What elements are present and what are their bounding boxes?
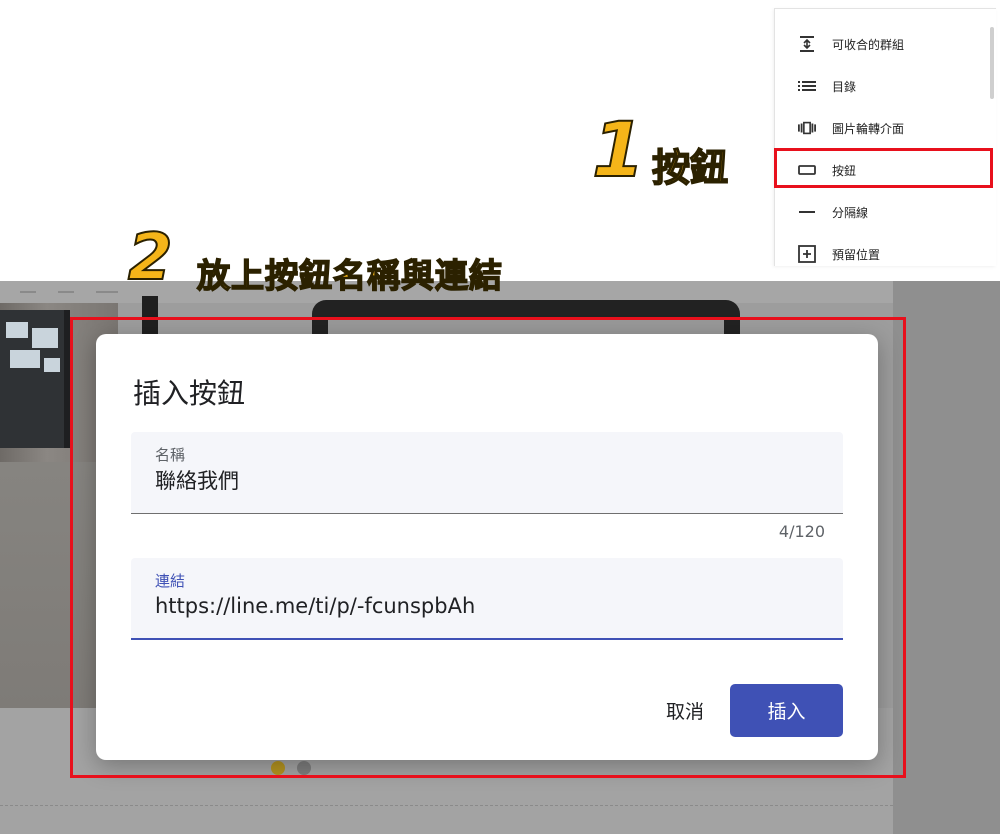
image-carousel-icon — [798, 119, 816, 137]
placeholder-icon — [798, 245, 816, 263]
highlight-box-button-item — [774, 148, 993, 188]
step1-text: 按鈕 — [651, 145, 729, 191]
menu-item-label: 預留位置 — [832, 247, 881, 262]
insert-menu: 可收合的群組 目錄 圖片輪轉介面 按鈕 分隔線 預留位置 — [774, 8, 996, 266]
collapsible-group-icon — [798, 35, 816, 53]
menu-item-divider[interactable]: 分隔線 — [775, 191, 993, 233]
screenshot-stage: 可收合的群組 目錄 圖片輪轉介面 按鈕 分隔線 預留位置 1 按鈕 2 放上按鈕… — [0, 0, 1000, 834]
table-of-contents-icon — [798, 77, 816, 95]
step2-number: 2 — [127, 221, 174, 295]
divider-icon — [798, 203, 816, 221]
step1-number: 1 — [591, 105, 646, 194]
menu-item-placeholder[interactable]: 預留位置 — [775, 233, 993, 275]
menu-item-table-of-contents[interactable]: 目錄 — [775, 65, 993, 107]
right-panel-dimmed — [893, 281, 1000, 834]
menu-item-label: 目錄 — [832, 79, 857, 94]
menu-item-collapsible-group[interactable]: 可收合的群組 — [775, 23, 993, 65]
section-divider — [0, 805, 893, 806]
menu-item-label: 圖片輪轉介面 — [832, 121, 905, 136]
menu-item-label: 可收合的群組 — [832, 37, 905, 52]
highlight-box-dialog — [70, 317, 906, 778]
step2-text: 放上按鈕名稱與連結 — [196, 255, 503, 296]
page-hero-monitor — [0, 310, 70, 448]
menu-item-image-carousel[interactable]: 圖片輪轉介面 — [775, 107, 993, 149]
menu-item-label: 分隔線 — [832, 205, 869, 220]
